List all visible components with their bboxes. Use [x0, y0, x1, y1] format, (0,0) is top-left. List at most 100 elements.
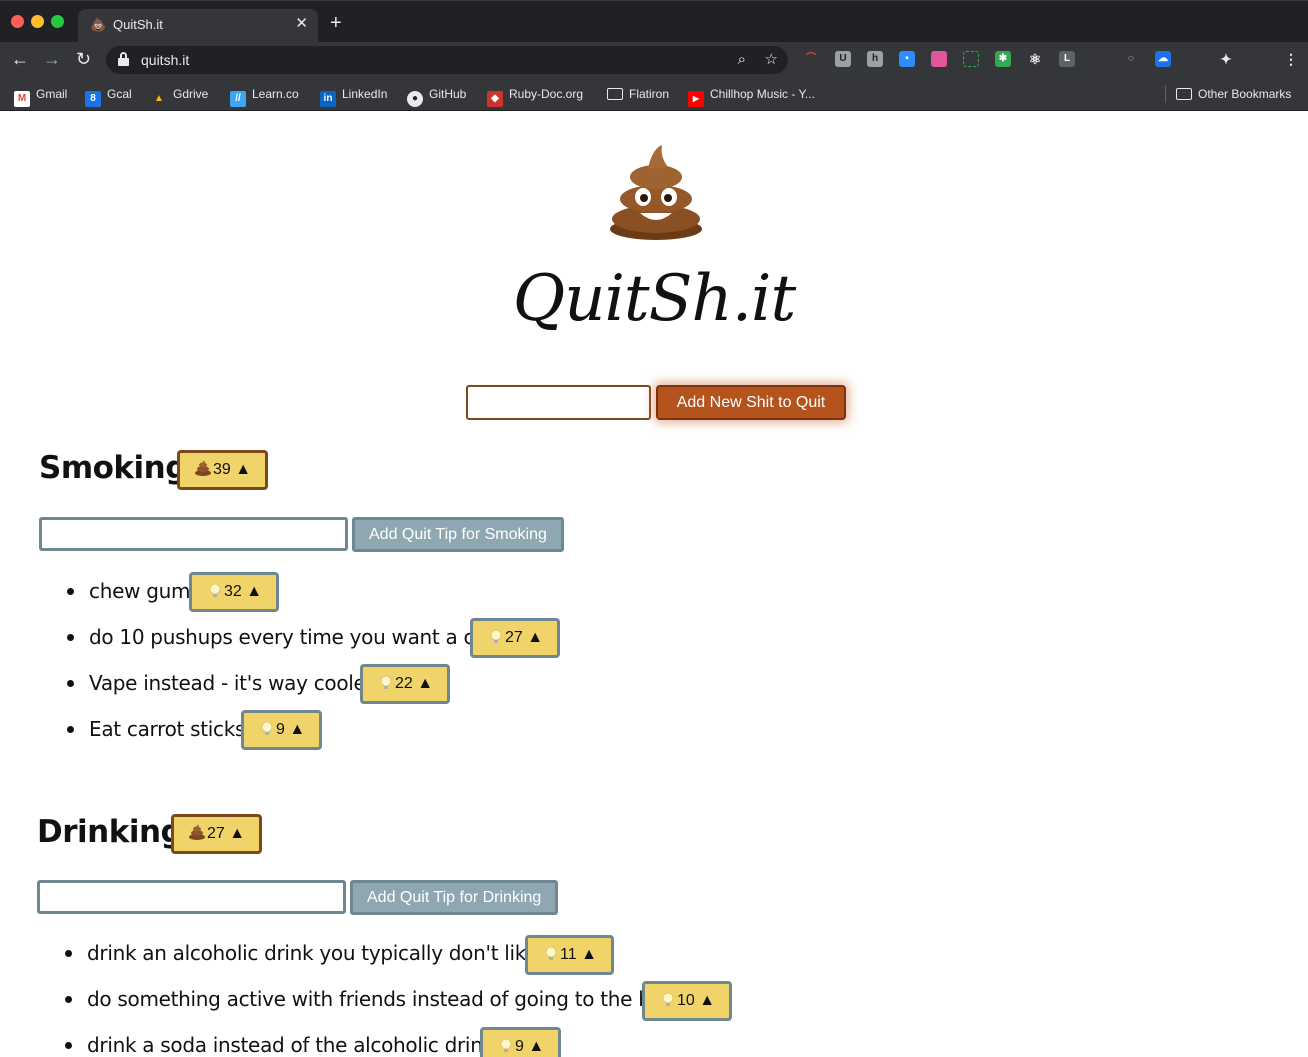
tab-title: QuitSh.it — [113, 17, 163, 32]
vote-count: 11 — [560, 946, 577, 963]
extension-h-icon[interactable]: h — [867, 51, 883, 67]
active-tab[interactable]: 💩 QuitSh.it ✕ — [78, 9, 318, 43]
new-tab-icon[interactable]: + — [330, 13, 342, 33]
page-content: QuitSh.it Add New Shit to Quit Smoking 3… — [0, 111, 1308, 1057]
bookmark-label: Gdrive — [173, 87, 209, 101]
poo-logo-icon — [610, 145, 702, 240]
bookmarks-bar: M Gmail 8 Gcal ▲ Gdrive // Learn.co in Linked… — [0, 78, 1308, 111]
browser-toolbar: ← → ↻ quitsh.it ⌕ ☆ ⌒ U h ▪ ✱ ⚛ L {≡} ◌ … — [0, 42, 1308, 114]
category-title: Drinking — [37, 814, 183, 850]
upvote-arrow-icon: ▲ — [528, 1038, 545, 1055]
tip-vote-button[interactable]: 22 ▲ — [360, 664, 451, 704]
maximize-window-button[interactable] — [51, 15, 64, 28]
extensions-puzzle-icon[interactable]: ✦ — [1218, 51, 1234, 67]
upvote-arrow-icon: ▲ — [235, 461, 252, 478]
vote-count: 27 — [207, 825, 225, 842]
bookmark-linkedin[interactable]: in LinkedIn — [320, 84, 388, 107]
bookmark-gcal[interactable]: 8 Gcal — [85, 84, 132, 107]
lightbulb-icon — [545, 946, 557, 960]
address-bar[interactable]: quitsh.it ⌕ ☆ — [106, 46, 788, 74]
bookmark-learn[interactable]: // Learn.co — [230, 84, 299, 107]
extension-gradient-icon[interactable] — [931, 51, 947, 67]
poo-icon — [195, 460, 211, 476]
zoom-extension-icon[interactable]: ▪ — [899, 51, 915, 67]
list-bullet — [65, 996, 72, 1003]
bookmark-label: LinkedIn — [342, 87, 388, 101]
bookmark-ruby-doc[interactable]: ◆ Ruby-Doc.org — [487, 84, 583, 107]
tip-text: drink an alcoholic drink you typically d… — [87, 941, 538, 965]
minimize-window-button[interactable] — [31, 15, 44, 28]
upvote-arrow-icon: ▲ — [229, 825, 246, 842]
bookmark-gdrive[interactable]: ▲ Gdrive — [151, 84, 208, 104]
other-bookmarks-folder[interactable]: Other Bookmarks — [1176, 84, 1291, 104]
quit-tip-input[interactable] — [37, 880, 346, 914]
ruby-icon: ◆ — [487, 91, 503, 107]
tip-text: chew gum — [89, 579, 191, 603]
list-bullet — [67, 680, 74, 687]
youtube-icon: ▶ — [688, 91, 704, 107]
tip-vote-button[interactable]: 9 ▲ — [480, 1027, 562, 1057]
vote-count: 32 — [224, 583, 242, 600]
bookmark-github[interactable]: ● GitHub — [407, 84, 466, 107]
github-icon: ● — [407, 91, 423, 107]
bookmark-label: Gcal — [107, 87, 132, 101]
tip-vote-button[interactable]: 11 ▲ — [525, 935, 614, 975]
new-shit-input[interactable] — [466, 385, 651, 420]
extension-rainbow-icon[interactable]: ⌒ — [803, 51, 819, 67]
tip-vote-button[interactable]: 32 ▲ — [189, 572, 280, 612]
bookmark-flatiron-folder[interactable]: Flatiron — [607, 84, 669, 104]
vote-count: 27 — [505, 629, 523, 646]
tip-vote-button[interactable]: 27 ▲ — [470, 618, 561, 658]
tab-close-icon[interactable]: ✕ — [295, 16, 308, 32]
upvote-arrow-icon: ▲ — [246, 583, 263, 600]
icloud-icon[interactable]: ☁ — [1155, 51, 1171, 67]
extension-screenshot-icon[interactable] — [963, 51, 979, 67]
extension-l-icon[interactable]: L — [1059, 51, 1075, 67]
forward-arrow-icon[interactable]: → — [43, 48, 61, 70]
tip-text: drink a soda instead of the alcoholic dr… — [87, 1033, 494, 1057]
list-bullet — [67, 634, 74, 641]
linkedin-icon: in — [320, 91, 336, 107]
add-quit-tip-button[interactable]: Add Quit Tip for Drinking — [350, 880, 559, 915]
upvote-arrow-icon: ▲ — [289, 721, 306, 738]
tip-text: do something active with friends instead… — [87, 987, 671, 1011]
extension-color-icon[interactable]: ✱ — [995, 51, 1011, 67]
zoom-icon[interactable]: ⌕ — [738, 50, 746, 70]
browser-menu-icon[interactable]: ⋮ — [1283, 51, 1299, 67]
list-bullet — [65, 1042, 72, 1049]
add-quit-tip-button[interactable]: Add Quit Tip for Smoking — [352, 517, 564, 552]
quit-tip-input[interactable] — [39, 517, 348, 551]
add-new-shit-button[interactable]: Add New Shit to Quit — [656, 385, 846, 420]
react-devtools-icon[interactable]: ⚛ — [1027, 51, 1043, 67]
tab-favicon-icon: 💩 — [90, 17, 107, 32]
lightbulb-icon — [380, 675, 392, 689]
upvote-arrow-icon: ▲ — [527, 629, 544, 646]
bookmark-gmail[interactable]: M Gmail — [14, 84, 67, 107]
category-title: Smoking — [39, 450, 187, 486]
folder-icon — [607, 88, 623, 100]
back-arrow-icon[interactable]: ← — [11, 48, 29, 70]
vote-count: 10 — [677, 992, 695, 1009]
lock-icon — [118, 52, 129, 66]
close-window-button[interactable] — [11, 15, 24, 28]
bookmark-label: Flatiron — [629, 87, 670, 101]
list-bullet — [67, 726, 74, 733]
drive-icon: ▲ — [154, 93, 164, 104]
tip-vote-button[interactable]: 10 ▲ — [642, 981, 733, 1021]
tip-text: Vape instead - it's way cooler — [89, 671, 374, 695]
extension-bulb-icon[interactable]: ◌ — [1123, 51, 1139, 67]
gmail-icon: M — [14, 91, 30, 107]
extension-u-icon[interactable]: U — [835, 51, 851, 67]
vote-count: 9 — [515, 1038, 524, 1055]
bookmark-label: Learn.co — [252, 87, 299, 101]
upvote-arrow-icon: ▲ — [581, 946, 597, 963]
category-vote-button[interactable]: 27 ▲ — [171, 814, 263, 854]
category-vote-button[interactable]: 39 ▲ — [177, 450, 269, 490]
vote-count: 39 — [213, 461, 231, 478]
tip-vote-button[interactable]: 9 ▲ — [241, 710, 323, 750]
reload-icon[interactable]: ↻ — [76, 48, 91, 70]
lightbulb-icon — [209, 583, 221, 597]
bookmark-chillhop[interactable]: ▶ Chillhop Music - Y... — [688, 84, 815, 107]
upvote-arrow-icon: ▲ — [417, 675, 434, 692]
bookmark-star-icon[interactable]: ☆ — [765, 50, 778, 70]
